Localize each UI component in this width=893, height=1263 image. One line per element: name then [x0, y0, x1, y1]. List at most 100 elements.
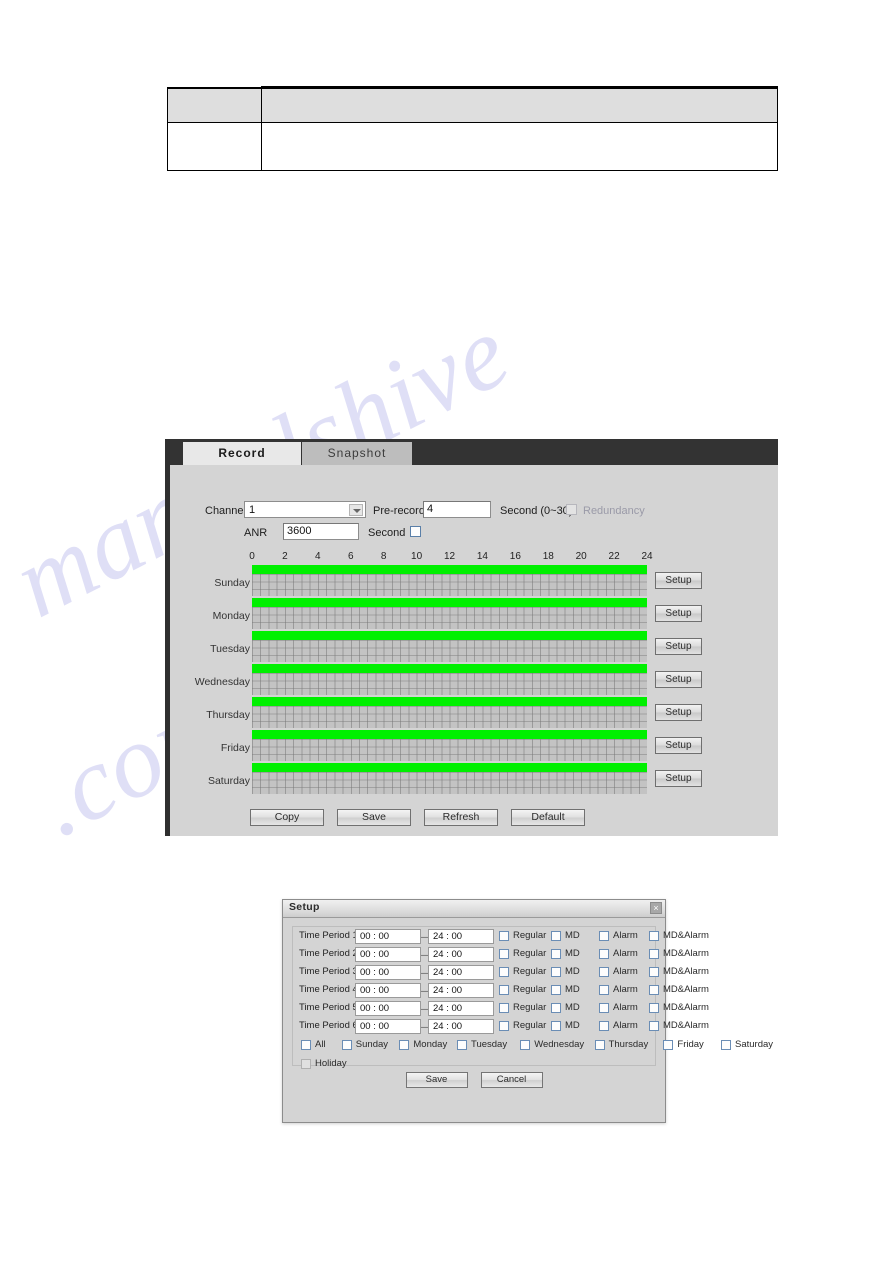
checkbox-box[interactable]: [499, 1021, 509, 1031]
checkbox-box[interactable]: [649, 1003, 659, 1013]
chevron-down-icon[interactable]: [349, 504, 363, 516]
checkbox-box[interactable]: [499, 931, 509, 941]
tab-record[interactable]: Record: [183, 442, 301, 465]
time-period-end-1[interactable]: 24 : 00: [428, 929, 494, 944]
checkbox-box[interactable]: [551, 985, 561, 995]
copy-button[interactable]: Copy: [250, 809, 324, 826]
checkbox-box[interactable]: [599, 967, 609, 977]
schedule-grid-area-sunday[interactable]: [252, 574, 647, 596]
checkbox-box[interactable]: [599, 1021, 609, 1031]
schedule-grid-area-saturday[interactable]: [252, 772, 647, 794]
time-period-end-4[interactable]: 24 : 00: [428, 983, 494, 998]
checkbox-box[interactable]: [649, 985, 659, 995]
checkbox-box[interactable]: [551, 931, 561, 941]
time-period-end-6[interactable]: 24 : 00: [428, 1019, 494, 1034]
save-button[interactable]: Save: [337, 809, 411, 826]
schedule-row-thursday[interactable]: Thursday: [206, 697, 647, 728]
anr-input[interactable]: 3600: [283, 523, 359, 540]
checkbox-box[interactable]: [649, 931, 659, 941]
close-icon[interactable]: ×: [650, 902, 662, 914]
schedule-bar-friday[interactable]: [252, 730, 647, 739]
time-period-start-1[interactable]: 00 : 00: [355, 929, 421, 944]
checkbox-label: Wednesday: [534, 1039, 585, 1050]
checkbox-box[interactable]: [551, 949, 561, 959]
schedule-bar-wednesday[interactable]: [252, 664, 647, 673]
time-period-start-4[interactable]: 00 : 00: [355, 983, 421, 998]
checkbox-box[interactable]: [599, 931, 609, 941]
schedule-row-saturday[interactable]: Saturday: [208, 763, 647, 794]
schedule-grid-area-thursday[interactable]: [252, 706, 647, 728]
time-tick-22: 22: [608, 551, 620, 562]
checkbox-label: Alarm: [613, 966, 638, 977]
checkbox-box[interactable]: [499, 967, 509, 977]
schedule-bar-saturday[interactable]: [252, 763, 647, 772]
setup-button-friday[interactable]: Setup: [655, 737, 702, 754]
checkbox-box[interactable]: [594, 1040, 605, 1050]
checkbox-box[interactable]: [301, 1059, 311, 1069]
day-label-friday: Friday: [220, 742, 250, 754]
schedule-row-sunday[interactable]: Sunday: [214, 565, 647, 596]
dialog-save-button[interactable]: Save: [405, 1072, 468, 1088]
checkbox-label: MD&Alarm: [663, 1020, 709, 1031]
checkbox-box[interactable]: [499, 985, 509, 995]
checkbox-box[interactable]: [649, 949, 659, 959]
channel-select[interactable]: 1: [244, 501, 366, 518]
anr-label: ANR: [244, 527, 268, 539]
checkbox-box[interactable]: [649, 1021, 659, 1031]
setup-button-sunday[interactable]: Setup: [655, 572, 702, 589]
time-period-start-3[interactable]: 00 : 00: [355, 965, 421, 980]
checkbox-box[interactable]: [551, 1003, 561, 1013]
schedule-grid-area-tuesday[interactable]: [252, 640, 647, 662]
prerecord-label: Pre-record: [373, 505, 425, 517]
time-period-end-3[interactable]: 24 : 00: [428, 965, 494, 980]
time-period-label-4: Time Period 4: [299, 984, 358, 995]
schedule-bar-thursday[interactable]: [252, 697, 647, 706]
time-period-start-2[interactable]: 00 : 00: [355, 947, 421, 962]
time-period-end-2[interactable]: 24 : 00: [428, 947, 494, 962]
setup-button-wednesday[interactable]: Setup: [655, 671, 702, 688]
schedule-bar-monday[interactable]: [252, 598, 647, 607]
checkbox-box[interactable]: [520, 1040, 531, 1050]
schedule-grid-area-wednesday[interactable]: [252, 673, 647, 695]
checkbox-label: Holiday: [315, 1058, 347, 1069]
refresh-button[interactable]: Refresh: [424, 809, 498, 826]
schedule-row-friday[interactable]: Friday: [221, 730, 647, 761]
schedule-bar-tuesday[interactable]: [252, 631, 647, 640]
schedule-row-wednesday[interactable]: Wednesday: [195, 664, 647, 695]
checkbox-label: All: [315, 1039, 326, 1050]
checkbox-box[interactable]: [301, 1040, 311, 1050]
schedule-row-monday[interactable]: Monday: [213, 598, 647, 629]
schedule-grid-area-monday[interactable]: [252, 607, 647, 629]
checkbox-box[interactable]: [551, 967, 561, 977]
time-period-start-5[interactable]: 00 : 00: [355, 1001, 421, 1016]
checkbox-box[interactable]: [341, 1040, 352, 1050]
time-tick-20: 20: [575, 551, 587, 562]
checkbox-box[interactable]: [399, 1040, 410, 1050]
checkbox-box[interactable]: [457, 1040, 467, 1050]
dialog-cancel-button[interactable]: Cancel: [480, 1072, 543, 1088]
checkbox-box[interactable]: [499, 949, 509, 959]
checkbox-box[interactable]: [663, 1040, 674, 1050]
default-button[interactable]: Default: [511, 809, 585, 826]
schedule-row-tuesday[interactable]: Tuesday: [210, 631, 647, 662]
setup-button-thursday[interactable]: Setup: [655, 704, 702, 721]
checkbox-box[interactable]: [499, 1003, 509, 1013]
checkbox-box[interactable]: [599, 985, 609, 995]
redundancy-checkbox[interactable]: [566, 504, 577, 515]
checkbox-box[interactable]: [551, 1021, 561, 1031]
setup-button-monday[interactable]: Setup: [655, 605, 702, 622]
checkbox-box[interactable]: [721, 1040, 731, 1050]
setup-button-tuesday[interactable]: Setup: [655, 638, 702, 655]
checkbox-box[interactable]: [599, 1003, 609, 1013]
time-period-end-5[interactable]: 24 : 00: [428, 1001, 494, 1016]
schedule-grid-area-friday[interactable]: [252, 739, 647, 761]
anr-checkbox[interactable]: [410, 526, 421, 537]
schedule-bar-sunday[interactable]: [252, 565, 647, 574]
time-period-start-6[interactable]: 00 : 00: [355, 1019, 421, 1034]
checkbox-box[interactable]: [599, 949, 609, 959]
tab-snapshot[interactable]: Snapshot: [302, 442, 412, 465]
prerecord-input[interactable]: 4: [423, 501, 491, 518]
setup-button-saturday[interactable]: Setup: [655, 770, 702, 787]
checkbox-box[interactable]: [649, 967, 659, 977]
checkbox-label: Regular: [513, 948, 547, 959]
